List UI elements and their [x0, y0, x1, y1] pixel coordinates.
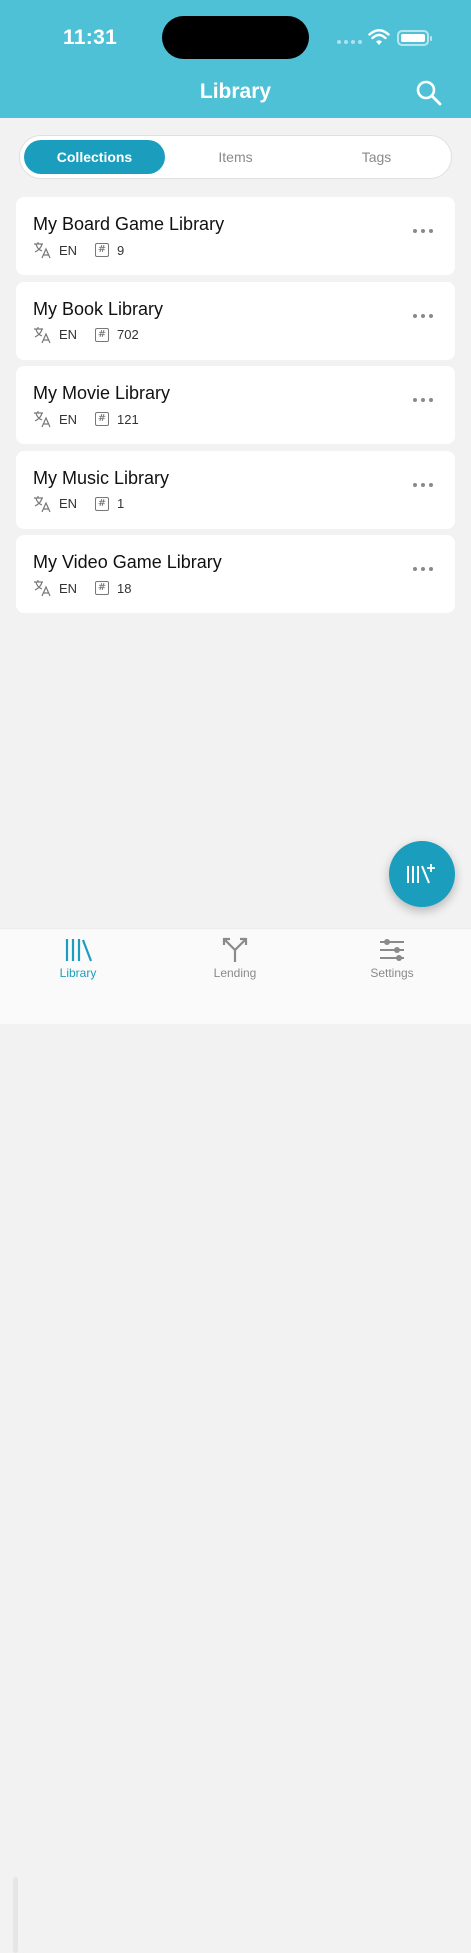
page-title: Library [199, 80, 272, 103]
tab-library-label: Library [59, 966, 97, 980]
collection-language: EN [59, 496, 78, 511]
more-icon[interactable] [413, 482, 433, 487]
more-icon[interactable] [413, 398, 433, 402]
collection-name: My Music Library [33, 467, 170, 488]
hash-icon: # [95, 243, 109, 257]
collection-meta: EN # 702 [33, 326, 455, 344]
collection-name: My Video Game Library [33, 552, 222, 572]
collection-count: 1 [117, 496, 125, 511]
collection-language: EN [59, 242, 78, 258]
tab-bar: Library Lending Settings [0, 928, 471, 1953]
hash-icon: # [95, 581, 109, 595]
battery-icon [397, 30, 432, 46]
segment-items[interactable]: Items [165, 140, 306, 174]
collection-meta: EN # 121 [33, 410, 455, 428]
collection-count: 121 [117, 411, 139, 427]
translate-icon [34, 580, 51, 597]
add-collection-icon [407, 864, 435, 884]
collection-meta: EN # 9 [33, 241, 455, 259]
scroll-indicator [13, 1877, 18, 1953]
more-icon[interactable] [413, 313, 433, 318]
lending-icon [222, 937, 248, 962]
search-icon[interactable] [413, 77, 445, 109]
tab-lending[interactable]: Lending [175, 937, 295, 980]
translate-icon [34, 242, 51, 259]
tab-lending-label: Lending [213, 966, 257, 980]
view-segmented-control: Collections Items Tags [19, 135, 452, 179]
segment-tags[interactable]: Tags [306, 140, 447, 174]
cellular-icon [337, 40, 362, 44]
more-icon[interactable] [413, 229, 433, 233]
collection-meta: EN # 18 [33, 579, 455, 597]
translate-icon [34, 411, 51, 428]
hash-icon: # [95, 412, 109, 426]
collection-card[interactable]: My Book Library EN # 702 [16, 281, 455, 360]
collection-language: EN [59, 327, 78, 342]
hash-icon: # [95, 496, 109, 511]
tab-settings-label: Settings [370, 966, 414, 980]
collection-card[interactable]: My Music Library EN # 1 [16, 450, 455, 529]
collection-count: 9 [117, 242, 125, 258]
translate-icon [34, 326, 51, 343]
collection-name: My Book Library [33, 298, 164, 319]
translate-icon [34, 495, 51, 512]
collection-meta: EN # 1 [33, 495, 455, 513]
add-collection-button[interactable] [389, 841, 455, 907]
library-icon [65, 939, 93, 962]
more-icon[interactable] [413, 567, 433, 571]
collection-card[interactable]: My Movie Library EN # 121 [16, 366, 455, 444]
collection-card[interactable]: My Video Game Library EN # 18 [16, 535, 455, 613]
segment-collections[interactable]: Collections [24, 140, 165, 174]
collection-count: 18 [117, 580, 132, 596]
status-time: 11:31 [63, 26, 118, 49]
tab-library[interactable]: Library [18, 937, 138, 980]
dynamic-island [162, 16, 309, 59]
collection-name: My Board Game Library [33, 214, 225, 234]
app-header: 11:31 Library [0, 0, 471, 118]
collection-count: 702 [117, 327, 139, 342]
collection-card[interactable]: My Board Game Library EN # 9 [16, 197, 455, 275]
collection-name: My Movie Library [33, 383, 171, 403]
hash-icon: # [95, 327, 109, 342]
collections-list: My Board Game Library EN # 9 My Book Lib… [16, 197, 455, 620]
collection-language: EN [59, 580, 78, 596]
collection-language: EN [59, 411, 78, 427]
tab-settings[interactable]: Settings [332, 937, 452, 980]
wifi-icon [368, 29, 390, 45]
sliders-icon [380, 939, 404, 961]
